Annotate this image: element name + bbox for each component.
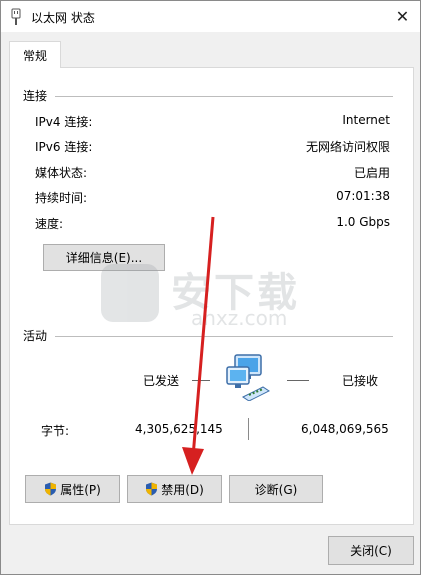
properties-button-label: 属性(P) [60,482,101,497]
connection-group-label: 连接 [23,89,48,103]
uac-shield-icon [146,482,158,496]
ipv6-label: IPv6 连接: [35,140,93,154]
duration-value: 07:01:38 [336,189,390,203]
received-label: 已接收 [342,374,379,388]
ethernet-icon [11,8,21,25]
bytes-separator [248,418,249,440]
speed-label: 速度: [35,217,64,231]
received-dash [287,380,309,381]
tab-general[interactable]: 常规 [9,41,61,68]
red-arrow-annotation [182,216,215,475]
watermark-logo-icon [101,264,159,322]
tab-general-label: 常规 [22,49,47,63]
title-bar: 以太网 状态 ✕ [1,1,420,32]
window-title: 以太网 状态 [31,11,95,25]
media-state-value: 已启用 [353,166,390,180]
status-window: 以太网 状态 ✕ 常规 连接 IPv4 连接: Internet IPv6 连接… [0,0,421,575]
connection-divider [55,96,393,97]
speed-value: 1.0 Gbps [336,215,390,229]
duration-label: 持续时间: [35,191,88,205]
ipv6-value: 无网络访问权限 [305,140,390,154]
close-button[interactable]: 关闭(C) [328,536,414,565]
bytes-received-value: 6,048,069,565 [301,422,389,436]
activity-group-label: 活动 [23,329,48,343]
properties-button[interactable]: 属性(P) [25,475,120,503]
ipv4-value: Internet [342,113,390,127]
media-state-label: 媒体状态: [35,166,88,180]
close-window-button[interactable]: ✕ [385,1,420,32]
uac-shield-icon [45,482,57,496]
bytes-label: 字节: [41,424,70,438]
ipv4-label: IPv4 连接: [35,115,93,129]
diagnose-button[interactable]: 诊断(G) [229,475,323,503]
